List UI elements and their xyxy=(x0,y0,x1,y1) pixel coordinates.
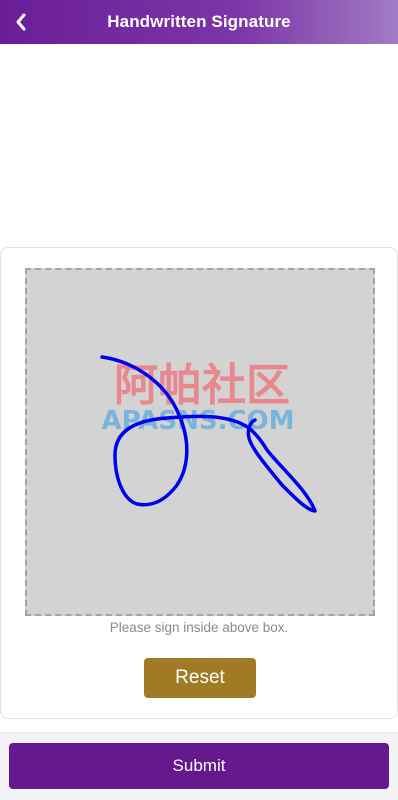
signature-hint: Please sign inside above box. xyxy=(109,620,289,635)
signature-canvas[interactable]: 阿帕社区 APASNS.COM xyxy=(27,270,373,614)
footer-bar: Submit xyxy=(0,732,398,800)
reset-button[interactable]: Reset xyxy=(144,658,256,698)
chevron-left-icon xyxy=(16,13,26,31)
signature-pad[interactable]: 阿帕社区 APASNS.COM xyxy=(25,268,375,616)
page-title: Handwritten Signature xyxy=(107,12,291,31)
watermark-logo: 阿帕社区 APASNS.COM xyxy=(101,360,294,436)
back-button[interactable] xyxy=(6,7,36,37)
app-header: Handwritten Signature xyxy=(0,0,398,44)
signature-card: 阿帕社区 APASNS.COM Please sign inside above… xyxy=(0,247,398,719)
svg-text:阿帕社区: 阿帕社区 xyxy=(114,360,290,411)
svg-text:APASNS.COM: APASNS.COM xyxy=(101,406,294,436)
submit-button[interactable]: Submit xyxy=(9,743,389,789)
